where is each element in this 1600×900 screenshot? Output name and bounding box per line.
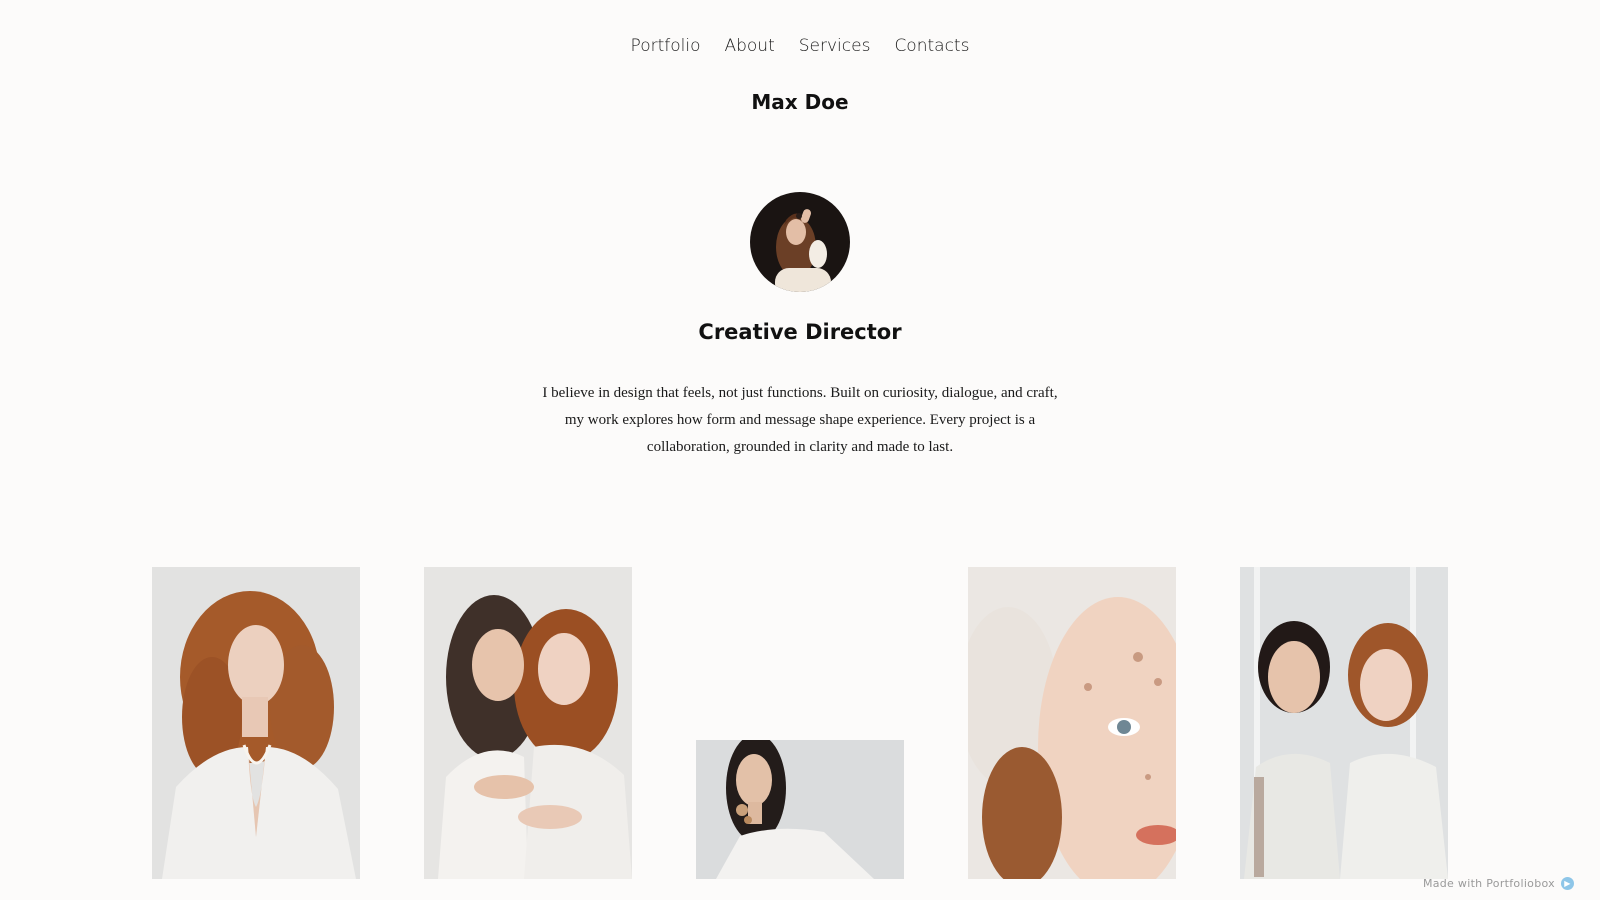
nav-services-link[interactable]: Services: [799, 36, 871, 56]
badge-text: Made with Portfoliobox: [1422, 877, 1555, 890]
avatar-portrait-image: [750, 192, 850, 292]
bio-text: I believe in design that feels, not just…: [542, 385, 1058, 455]
avatar: [750, 192, 850, 292]
portfoliobox-badge[interactable]: Made with Portfoliobox ▶: [1423, 877, 1574, 890]
gallery-photo-5[interactable]: [1240, 567, 1448, 879]
gallery-photo-3[interactable]: [696, 740, 904, 879]
two-models-embracing-photo: [424, 567, 632, 879]
site-title[interactable]: Max Doe: [0, 90, 1600, 114]
nav-about-link[interactable]: About: [724, 36, 774, 56]
portfoliobox-logo-icon: ▶: [1561, 877, 1574, 890]
nav-portfolio-link[interactable]: Portfolio: [631, 36, 701, 56]
gallery-photo-1[interactable]: [152, 567, 360, 879]
red-haired-model-white-blazer-photo: [152, 567, 360, 879]
gallery-photo-4[interactable]: [968, 567, 1176, 879]
two-models-standing-photo: [1240, 567, 1448, 879]
nav-contacts-link[interactable]: Contacts: [894, 36, 969, 56]
gallery-photo-2[interactable]: [424, 567, 632, 879]
role-heading: Creative Director: [698, 320, 902, 344]
face-with-shadow-closeup-photo: [968, 567, 1176, 879]
main-nav: Portfolio About Services Contacts: [0, 36, 1600, 56]
model-with-flowers-photo: [696, 740, 904, 879]
